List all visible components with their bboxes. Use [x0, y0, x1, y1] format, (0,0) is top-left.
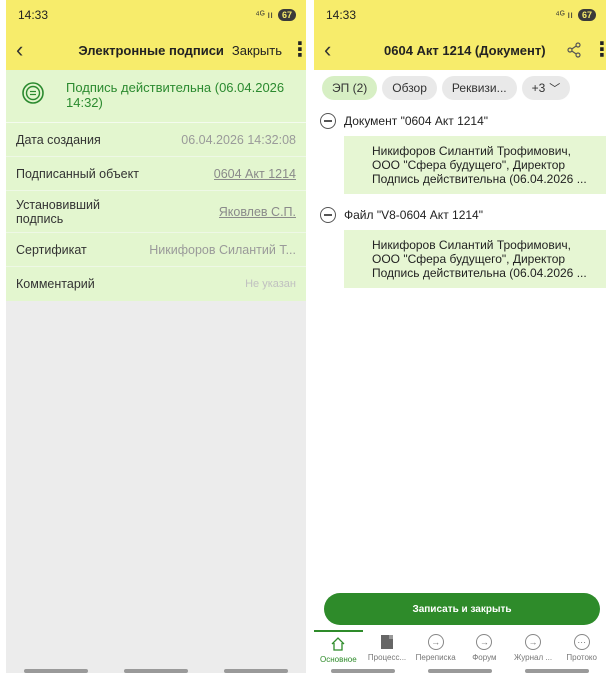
bottom-tab-protocol[interactable]: ··· Протоко: [557, 630, 606, 670]
status-time: 14:33: [18, 8, 49, 22]
tab-bar: ЭП (2) Обзор Реквизи... +3 ﹀: [314, 70, 606, 106]
property-label: Комментарий: [16, 277, 95, 291]
property-label: Сертификат: [16, 242, 87, 257]
nav-pill[interactable]: [224, 669, 288, 673]
bottom-tab-label: Переписка: [415, 653, 456, 662]
property-row-certificate[interactable]: Сертификат Никифоров Силантий Т...: [6, 233, 306, 267]
signer-org: ООО "Сфера будущего", Директор: [372, 158, 566, 172]
tab-details[interactable]: Реквизи...: [441, 76, 517, 100]
bottom-tab-label: Процесс...: [367, 653, 407, 662]
bottom-tab-main[interactable]: Основное: [314, 630, 363, 670]
property-value: 06.04.2026 14:32:08: [181, 132, 296, 147]
collapse-icon[interactable]: [320, 113, 336, 129]
system-nav-bar: [314, 665, 606, 673]
header: ‹ 0604 Акт 1214 (Документ) ⋮: [314, 30, 606, 70]
property-label: Дата создания: [16, 132, 101, 147]
document-screen: 14:33 ⁴ᴳ ıı 67 ‹ 0604 Акт 1214 (Документ…: [314, 0, 606, 673]
status-bar: 14:33 ⁴ᴳ ıı 67: [6, 0, 306, 30]
collapse-icon[interactable]: [320, 207, 336, 223]
signer-link[interactable]: Яковлев С.П.: [219, 205, 296, 219]
signal-icon: ⁴ᴳ ıı: [255, 9, 273, 21]
group-title: Файл "V8-0604 Акт 1214": [344, 208, 483, 222]
property-row-signer[interactable]: Установивший подпись Яковлев С.П.: [6, 191, 306, 233]
group-title: Документ "0604 Акт 1214": [344, 114, 489, 128]
back-icon[interactable]: ‹: [16, 39, 38, 61]
property-row-comment[interactable]: Комментарий Не указан: [6, 267, 306, 301]
property-row-object[interactable]: Подписанный объект 0604 Акт 1214: [6, 157, 306, 191]
signatures-screen: 14:33 ⁴ᴳ ıı 67 ‹ Электронные подписи Зак…: [6, 0, 306, 673]
status-indicators: ⁴ᴳ ıı 67: [255, 9, 296, 21]
status-time: 14:33: [326, 8, 357, 22]
arrow-circle-icon: →: [524, 633, 542, 651]
group-header[interactable]: Документ "0604 Акт 1214": [314, 106, 606, 136]
certificate-value[interactable]: Никифоров Силантий Т...: [149, 243, 296, 257]
tab-signatures[interactable]: ЭП (2): [322, 76, 378, 100]
bottom-tab-label: Журнал ...: [513, 653, 553, 662]
signature-item[interactable]: Никифоров Силантий Трофимович, ООО "Сфер…: [344, 136, 606, 194]
bottom-tab-process[interactable]: Процесс...: [363, 630, 412, 670]
signed-object-link[interactable]: 0604 Акт 1214: [214, 167, 296, 181]
bottom-tab-bar: Основное Процесс... → Переписка → Форум …: [314, 630, 606, 670]
nav-pill[interactable]: [330, 669, 395, 673]
signer-org: ООО "Сфера будущего", Директор: [372, 252, 566, 266]
status-indicators: ⁴ᴳ ıı 67: [555, 9, 596, 21]
system-nav-bar: [6, 665, 306, 673]
signature-status: Подпись действительна (06.04.2026 ...: [372, 266, 587, 280]
save-and-close-button[interactable]: Записать и закрыть: [324, 593, 600, 625]
home-icon: [329, 635, 347, 653]
signature-validity: Подпись действительна (06.04.2026 14:32): [6, 70, 306, 122]
signature-status: Подпись действительна (06.04.2026 ...: [372, 172, 587, 186]
document-icon: [378, 633, 396, 651]
bottom-tab-label: Протоко: [566, 653, 597, 662]
property-label: Подписанный объект: [16, 166, 139, 181]
arrow-circle-icon: →: [427, 633, 445, 651]
comment-value[interactable]: Не указан: [245, 278, 296, 290]
back-icon[interactable]: ‹: [324, 39, 346, 61]
arrow-circle-icon: →: [475, 633, 493, 651]
nav-pill[interactable]: [24, 669, 88, 673]
status-bar: 14:33 ⁴ᴳ ıı 67: [314, 0, 606, 30]
close-button[interactable]: Закрыть: [232, 43, 282, 58]
page-title: 0604 Акт 1214 (Документ): [384, 42, 546, 58]
tab-more-label: +3: [531, 81, 546, 95]
chevron-down-icon: ﹀: [549, 83, 561, 95]
signature-valid-icon: [22, 82, 44, 104]
header: ‹ Электронные подписи Закрыть ⋮: [6, 30, 306, 70]
signature-item[interactable]: Никифоров Силантий Трофимович, ООО "Сфер…: [344, 230, 606, 288]
share-icon[interactable]: [566, 42, 582, 58]
tab-more[interactable]: +3 ﹀: [521, 76, 571, 100]
signer-name: Никифоров Силантий Трофимович,: [372, 144, 572, 158]
signal-icon: ⁴ᴳ ıı: [555, 9, 573, 21]
signature-group-file: Файл "V8-0604 Акт 1214" Никифоров Силант…: [314, 200, 606, 288]
more-circle-icon: ···: [573, 633, 591, 651]
nav-pill[interactable]: [427, 669, 492, 673]
bottom-tab-journal[interactable]: → Журнал ...: [509, 630, 558, 670]
group-header[interactable]: Файл "V8-0604 Акт 1214": [314, 200, 606, 230]
tab-overview[interactable]: Обзор: [382, 76, 437, 100]
more-menu-icon[interactable]: ⋮: [290, 40, 306, 60]
signature-group-document: Документ "0604 Акт 1214" Никифоров Силан…: [314, 106, 606, 194]
battery-icon: 67: [577, 9, 596, 21]
signature-properties: Дата создания 06.04.2026 14:32:08 Подпис…: [6, 122, 306, 301]
property-row-created: Дата создания 06.04.2026 14:32:08: [6, 123, 306, 157]
property-label: Установивший подпись: [16, 197, 101, 226]
nav-pill[interactable]: [525, 669, 590, 673]
bottom-tab-label: Форум: [472, 653, 497, 662]
bottom-tab-correspondence[interactable]: → Переписка: [411, 630, 460, 670]
page-title: Электронные подписи: [78, 42, 224, 58]
more-menu-icon[interactable]: ⋮: [592, 40, 606, 60]
signer-name: Никифоров Силантий Трофимович,: [372, 238, 572, 252]
battery-icon: 67: [277, 9, 296, 21]
bottom-tab-label: Основное: [320, 655, 357, 664]
bottom-tab-forum[interactable]: → Форум: [460, 630, 509, 670]
validity-text: Подпись действительна (06.04.2026 14:32): [66, 80, 285, 110]
nav-pill[interactable]: [124, 669, 188, 673]
